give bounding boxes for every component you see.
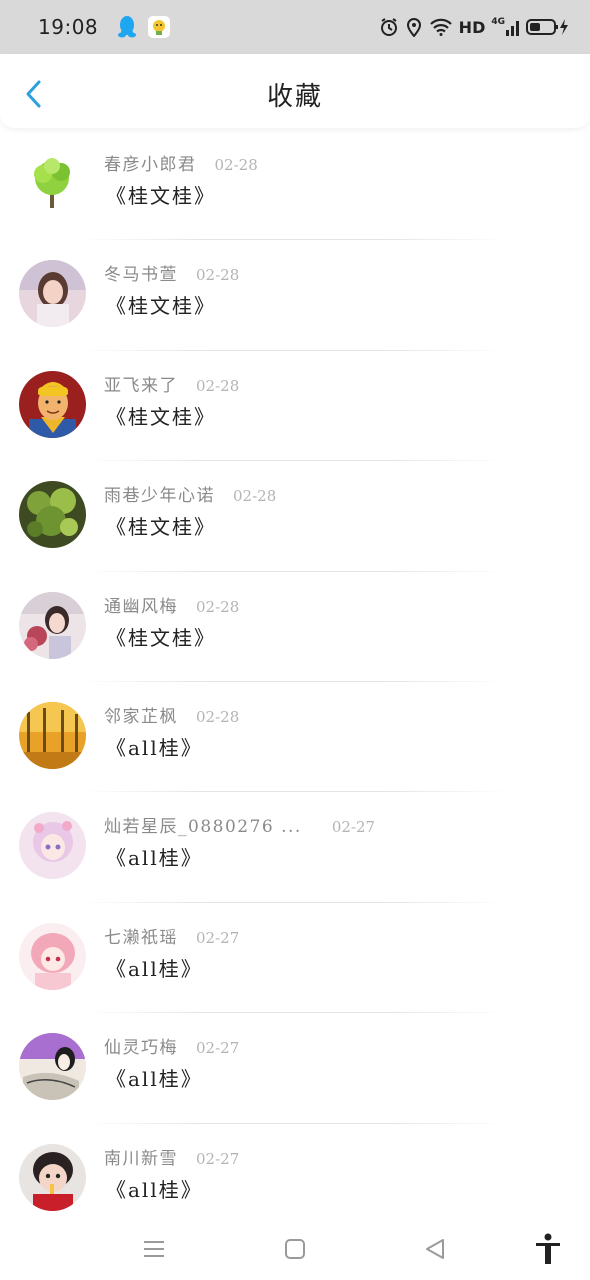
list-item[interactable]: 亚飞来了 02-28 《桂文桂》 [0, 351, 590, 462]
book-title: 《all桂》 [106, 1067, 203, 1092]
user-name: 仙灵巧梅 [104, 1038, 178, 1059]
home-button[interactable] [278, 1232, 312, 1266]
book-title: 《all桂》 [106, 1177, 203, 1202]
item-date: 02-28 [196, 597, 240, 616]
wifi-icon [429, 18, 453, 36]
avatar[interactable] [19, 370, 86, 438]
item-date: 02-27 [331, 818, 376, 837]
avatar[interactable] [19, 150, 86, 217]
item-date: 02-27 [196, 1149, 240, 1168]
avatar[interactable] [19, 260, 86, 328]
item-date: 02-28 [196, 266, 240, 285]
user-name: 通幽风梅 [104, 596, 178, 617]
qq-icon [116, 15, 138, 39]
book-title: 《all桂》 [106, 956, 203, 981]
list-item[interactable]: 灿若星辰_0880276 ... 02-27 《all桂》 [0, 792, 590, 903]
avatar[interactable] [19, 481, 86, 549]
avatar[interactable] [19, 591, 86, 659]
hd-label: HD [458, 17, 486, 37]
user-name: 七濑祇瑶 [104, 927, 178, 948]
avatar[interactable] [19, 1143, 86, 1211]
book-title: 《桂文桂》 [106, 625, 216, 650]
item-meta: 灿若星辰_0880276 ... 02-27 [104, 812, 375, 837]
status-icons: HD 4G [379, 17, 570, 37]
network-type: 4G [491, 17, 505, 27]
back-nav-button[interactable] [418, 1232, 452, 1266]
list-item[interactable]: 仙灵巧梅 02-27 《all桂》 [0, 1013, 590, 1124]
page-title: 收藏 [266, 82, 323, 112]
item-date: 02-27 [196, 1039, 240, 1058]
header: 收藏 [0, 54, 590, 128]
book-title: 《all桂》 [106, 846, 203, 871]
home-square-icon [285, 1239, 305, 1259]
list-item[interactable]: 通幽风梅 02-28 《桂文桂》 [0, 572, 590, 682]
user-name: 亚飞来了 [104, 375, 178, 396]
book-title: 《all桂》 [106, 735, 203, 760]
item-meta: 通幽风梅 02-28 [104, 592, 239, 617]
item-date: 02-28 [214, 156, 258, 174]
user-name: 南川新雪 [104, 1148, 178, 1169]
item-meta: 雨巷少年心诺 02-28 [104, 481, 276, 506]
list-item[interactable]: 邻家芷枫 02-28 《all桂》 [0, 682, 590, 793]
item-meta: 冬马书萱 02-28 [104, 260, 239, 285]
item-meta: 邻家芷枫 02-28 [104, 702, 239, 727]
item-meta: 仙灵巧梅 02-27 [104, 1033, 239, 1058]
avatar[interactable] [19, 812, 86, 880]
back-triangle-icon [426, 1239, 444, 1259]
accessibility-button[interactable] [531, 1232, 565, 1266]
menu-icon [144, 1241, 164, 1257]
avatar[interactable] [19, 701, 86, 769]
location-icon [405, 17, 423, 37]
alarm-icon [379, 17, 399, 37]
avatar[interactable] [19, 1033, 86, 1101]
battery-charging-icon [526, 17, 570, 37]
user-name: 雨巷少年心诺 [104, 486, 215, 507]
user-name: 冬马书萱 [104, 265, 178, 286]
user-name: 灿若星辰_0880276 ... [104, 817, 302, 838]
list-item[interactable]: 雨巷少年心诺 02-28 《桂文桂》 [0, 461, 590, 572]
avatar[interactable] [19, 922, 86, 990]
list-item[interactable]: 春彦小郎君 02-28 《桂文桂》 [0, 130, 590, 241]
accessibility-icon [536, 1233, 560, 1264]
book-title: 《桂文桂》 [106, 404, 216, 429]
menu-button[interactable] [137, 1232, 171, 1266]
item-meta: 七濑祇瑶 02-27 [104, 923, 239, 948]
status-time: 19:08 [38, 15, 99, 39]
favorites-list: 春彦小郎君 02-28 《桂文桂》 冬马书萱 02-28 《桂文桂》 亚飞来了 … [0, 130, 590, 1234]
item-date: 02-28 [196, 376, 240, 395]
user-name: 邻家芷枫 [104, 706, 178, 727]
list-item[interactable]: 冬马书萱 02-28 《桂文桂》 [0, 240, 590, 351]
list-item[interactable]: 七濑祇瑶 02-27 《all桂》 [0, 903, 590, 1014]
signal-icon: 4G [491, 18, 520, 36]
app-icon [148, 16, 171, 38]
book-title: 《桂文桂》 [106, 515, 216, 540]
item-date: 02-28 [196, 707, 240, 726]
item-date: 02-28 [233, 487, 277, 506]
item-meta: 亚飞来了 02-28 [104, 371, 239, 396]
book-title: 《桂文桂》 [106, 184, 216, 208]
book-title: 《桂文桂》 [106, 294, 216, 319]
status-bar: 19:08 HD 4G [0, 0, 590, 54]
item-meta: 南川新雪 02-27 [104, 1144, 239, 1169]
item-meta: 春彦小郎君 02-28 [104, 150, 258, 175]
item-date: 02-27 [196, 928, 240, 947]
user-name: 春彦小郎君 [104, 155, 197, 175]
system-nav-bar [0, 1216, 590, 1280]
